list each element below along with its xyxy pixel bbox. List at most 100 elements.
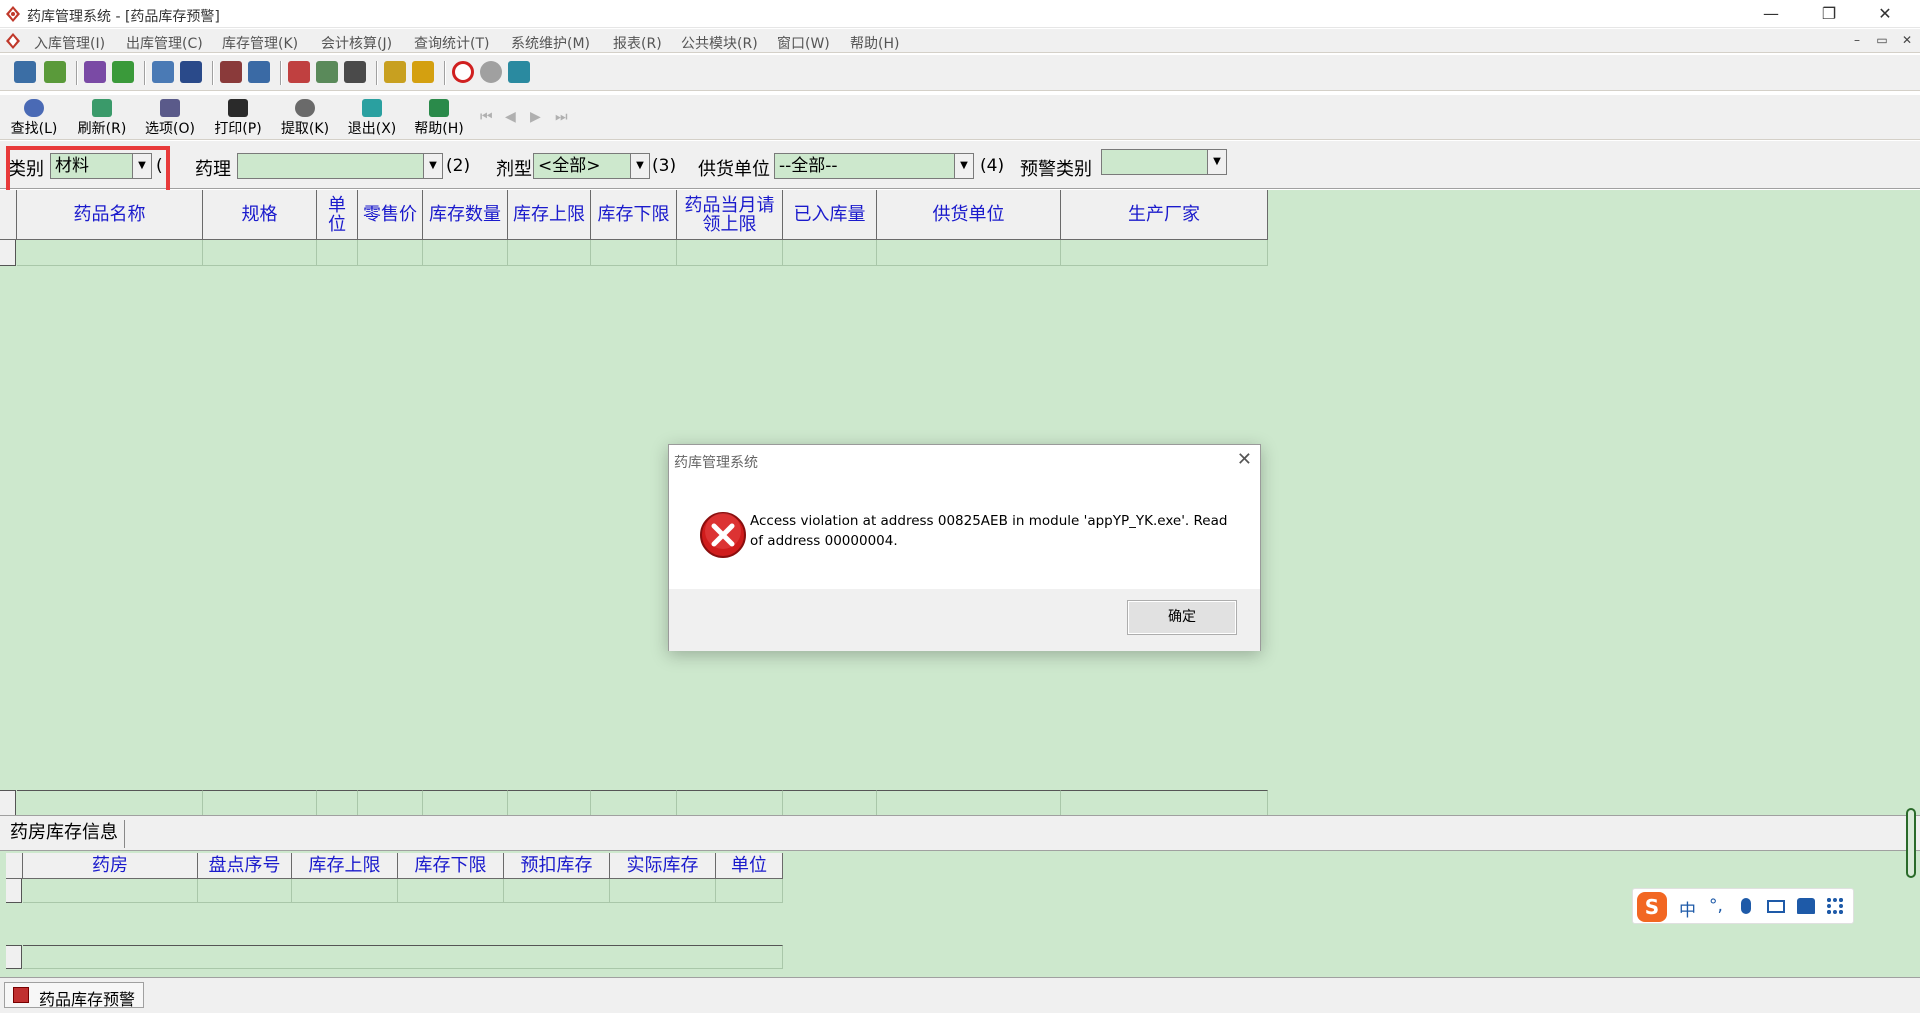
- refresh-button[interactable]: 刷新(R): [72, 97, 132, 139]
- archive-icon[interactable]: [384, 61, 406, 83]
- restore-button[interactable]: ❐: [1806, 0, 1852, 28]
- exit-button[interactable]: 退出(X): [342, 97, 402, 139]
- edit-icon[interactable]: [44, 61, 66, 83]
- mdi-close-button[interactable]: ✕: [1898, 32, 1916, 48]
- options-button[interactable]: 选项(O): [140, 97, 200, 139]
- chevron-down-icon[interactable]: ▼: [630, 153, 650, 179]
- table-cell[interactable]: [17, 240, 203, 266]
- column-header[interactable]: 库存上限: [292, 853, 398, 879]
- document-tab[interactable]: 药品库存预警: [4, 982, 144, 1009]
- menu-item-public[interactable]: 公共模块(R): [681, 33, 758, 53]
- menu-item-help[interactable]: 帮助(H): [850, 33, 899, 53]
- table-cell[interactable]: [1061, 240, 1268, 266]
- table-cell[interactable]: [358, 240, 423, 266]
- table-cell[interactable]: [203, 240, 317, 266]
- keyboard-icon[interactable]: [1767, 900, 1785, 913]
- table-cell[interactable]: [423, 240, 508, 266]
- next-record-icon[interactable]: ▶: [530, 109, 541, 125]
- mdi-restore-button[interactable]: ▭: [1873, 32, 1891, 48]
- menu-item-maintenance[interactable]: 系统维护(M): [511, 33, 590, 53]
- approve-icon[interactable]: [112, 61, 134, 83]
- calendar-icon[interactable]: [288, 61, 310, 83]
- sogou-logo-icon[interactable]: S: [1637, 892, 1667, 922]
- scrollbar-thumb[interactable]: [1906, 808, 1916, 878]
- row-indicator[interactable]: [6, 879, 22, 903]
- table-cell[interactable]: [504, 879, 610, 903]
- table-icon[interactable]: [248, 61, 270, 83]
- ime-punctuation-toggle[interactable]: °,: [1709, 896, 1723, 916]
- menu-item-reports[interactable]: 报表(R): [613, 33, 662, 53]
- chevron-down-icon[interactable]: ▼: [1207, 149, 1227, 175]
- clipboard-icon[interactable]: [152, 61, 174, 83]
- menu-item-window[interactable]: 窗口(W): [777, 33, 830, 53]
- mdi-minimize-button[interactable]: –: [1848, 32, 1866, 48]
- table-cell[interactable]: [877, 240, 1061, 266]
- first-record-icon[interactable]: ⏮: [480, 109, 493, 125]
- stop-icon[interactable]: [452, 61, 474, 83]
- column-header[interactable]: 规格: [203, 190, 317, 240]
- document-icon[interactable]: [84, 61, 106, 83]
- supplier-select[interactable]: --全部--: [774, 153, 954, 179]
- table-cell[interactable]: [398, 879, 504, 903]
- tools-icon[interactable]: [316, 61, 338, 83]
- help-button[interactable]: 帮助(H): [409, 97, 469, 139]
- column-header[interactable]: 药房: [23, 853, 198, 879]
- thermometer-icon[interactable]: [412, 61, 434, 83]
- prev-record-icon[interactable]: ◀: [505, 109, 516, 125]
- table-cell[interactable]: [23, 879, 198, 903]
- menu-item-inventory[interactable]: 库存管理(K): [222, 33, 298, 53]
- column-header[interactable]: 单位: [716, 853, 783, 879]
- menu-item-query[interactable]: 查询统计(T): [414, 33, 489, 53]
- ok-button[interactable]: 确定: [1127, 600, 1237, 635]
- table-cell[interactable]: [591, 240, 677, 266]
- column-header[interactable]: 已入库量: [783, 190, 877, 240]
- mdi-document-icon[interactable]: [4, 32, 22, 50]
- column-header[interactable]: 药品名称: [17, 190, 203, 240]
- close-button[interactable]: ✕: [1862, 0, 1908, 28]
- table-cell[interactable]: [508, 240, 591, 266]
- dialog-close-button[interactable]: ✕: [1237, 449, 1252, 470]
- column-header[interactable]: 库存下限: [591, 190, 677, 240]
- last-record-icon[interactable]: ⏭: [555, 109, 568, 125]
- ime-mode-toggle[interactable]: 中: [1679, 896, 1696, 921]
- import-icon[interactable]: [14, 61, 36, 83]
- column-header[interactable]: 库存下限: [398, 853, 504, 879]
- column-header[interactable]: 实际库存: [610, 853, 716, 879]
- tab-pharmacy-stock[interactable]: 药房库存信息: [4, 820, 125, 848]
- table-cell[interactable]: [677, 240, 783, 266]
- chevron-down-icon[interactable]: ▼: [423, 153, 443, 179]
- toolbox-icon[interactable]: [1827, 898, 1843, 914]
- exit-icon[interactable]: [508, 61, 530, 83]
- table-cell[interactable]: [198, 879, 292, 903]
- table-cell[interactable]: [292, 879, 398, 903]
- column-header[interactable]: 盘点序号: [198, 853, 292, 879]
- print-button[interactable]: 打印(P): [208, 97, 268, 139]
- row-indicator[interactable]: [0, 240, 16, 266]
- column-header[interactable]: 零售价: [358, 190, 423, 240]
- pharmacology-select[interactable]: [237, 153, 423, 179]
- disabled-icon[interactable]: [480, 61, 502, 83]
- report-icon[interactable]: [220, 61, 242, 83]
- column-header[interactable]: 供货单位: [877, 190, 1061, 240]
- column-header[interactable]: 单位: [317, 190, 358, 240]
- column-header[interactable]: 预扣库存: [504, 853, 610, 879]
- table-cell[interactable]: [783, 240, 877, 266]
- table-cell[interactable]: [610, 879, 716, 903]
- menu-item-accounting[interactable]: 会计核算(J): [321, 33, 392, 53]
- table-cell[interactable]: [317, 240, 358, 266]
- extract-button[interactable]: 提取(K): [275, 97, 335, 139]
- alert-type-select[interactable]: [1101, 149, 1207, 175]
- menu-item-outbound[interactable]: 出库管理(C): [126, 33, 203, 53]
- table-cell[interactable]: [716, 879, 783, 903]
- minimize-button[interactable]: —: [1748, 0, 1794, 28]
- column-header[interactable]: 库存上限: [508, 190, 591, 240]
- dosage-select[interactable]: <全部>: [533, 153, 630, 179]
- chevron-down-icon[interactable]: ▼: [954, 153, 974, 179]
- column-header[interactable]: 药品当月请领上限: [677, 190, 783, 240]
- column-header[interactable]: 生产厂家: [1061, 190, 1268, 240]
- skin-icon[interactable]: [1797, 898, 1815, 914]
- monitor-icon[interactable]: [180, 61, 202, 83]
- column-header[interactable]: 库存数量: [423, 190, 508, 240]
- menu-item-inbound[interactable]: 入库管理(I): [34, 33, 105, 53]
- magnifier-icon[interactable]: [344, 61, 366, 83]
